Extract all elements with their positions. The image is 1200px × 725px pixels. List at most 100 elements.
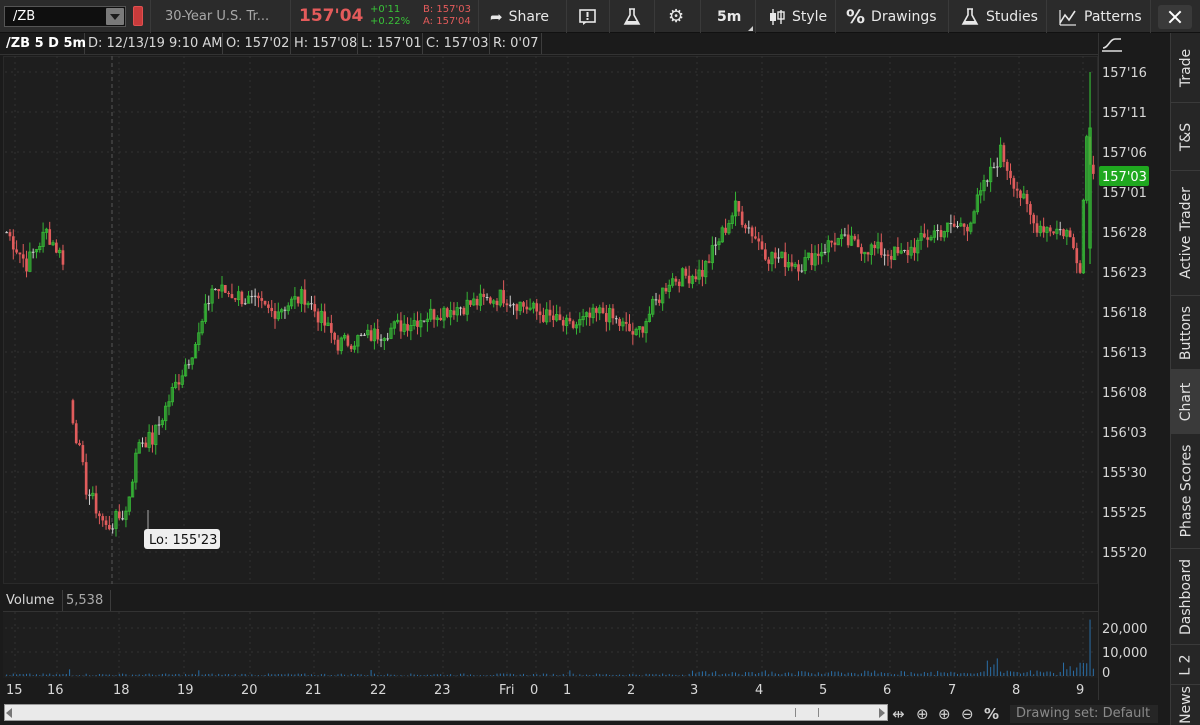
candle-body [313, 304, 317, 312]
scroll-left-icon[interactable] [6, 708, 12, 718]
symbol-dropdown-button[interactable] [106, 8, 124, 25]
x-tick-label: 22 [370, 683, 387, 698]
candle-body [879, 242, 883, 256]
candle-body [614, 318, 618, 320]
volume-value: 5,538 [63, 590, 111, 611]
time-axis[interactable]: 15 16 18 19 20 21 22 23 Fri 0 1 2 3 4 5 6 7 8 9 [0, 678, 1098, 702]
candle-body [267, 304, 270, 308]
candle-body [379, 339, 383, 341]
candle-body [323, 311, 327, 326]
horizontal-scrollbar[interactable] [4, 704, 888, 721]
percent-icon[interactable]: % [984, 705, 999, 723]
drawing-set-selector[interactable]: Drawing set: Default [1010, 705, 1158, 723]
toolbar-separator [478, 0, 479, 33]
bottom-bar: ⇹ ⊕ ⊕ ⊖ % Drawing set: Default [0, 702, 1170, 725]
change-block: +0'11 +0.22% [370, 4, 410, 28]
expand-time-icon[interactable]: ⇹ [892, 705, 905, 723]
candle-body [452, 310, 456, 315]
tab-phase-scores[interactable]: Phase Scores [1171, 434, 1200, 549]
candle-body [760, 241, 764, 250]
x-tick-label: 0 [530, 683, 538, 698]
patterns-button[interactable]: Patterns [1058, 0, 1142, 33]
tab-buttons[interactable]: Buttons [1171, 296, 1200, 370]
y-tick-label: 157'16 [1102, 66, 1147, 81]
toolbar-separator [1150, 0, 1151, 33]
studies-button[interactable]: Studies [960, 0, 1038, 33]
x-tick-label: 8 [1012, 683, 1020, 698]
candle-body [873, 244, 877, 249]
candle-body [333, 332, 336, 340]
y-tick-label: 155'25 [1102, 506, 1147, 521]
candle-body [508, 304, 512, 306]
candle-body [1092, 164, 1095, 174]
timeframe-button[interactable]: 5m [717, 0, 754, 33]
candle-body [790, 262, 794, 267]
flask-icon [623, 7, 641, 25]
y-tick-label: 156'28 [1102, 226, 1147, 241]
candle-body [8, 232, 12, 237]
candle-body [913, 247, 916, 253]
candle-body [1078, 263, 1082, 273]
symbol-input[interactable]: /ZB [4, 6, 126, 27]
share-button[interactable]: ➦ Share [490, 0, 549, 33]
candle-body [1035, 223, 1039, 233]
flask-button[interactable] [622, 0, 642, 33]
low-value: L: 157'01 [358, 33, 423, 54]
candle-body [240, 291, 244, 305]
tab-time-and-sales[interactable]: T&S [1171, 103, 1200, 171]
candle-body [15, 249, 18, 253]
candle-body [296, 296, 300, 304]
candle-body [151, 432, 154, 445]
price-chart[interactable]: 157'16 157'11 157'06 157'01 156'28 156'23 156'… [0, 56, 1170, 584]
y-tick-label: 155'20 [1102, 546, 1147, 561]
candle-body [860, 247, 863, 254]
studies-toggle-icon[interactable] [1100, 35, 1124, 53]
crosshair-icon[interactable]: ⊕ [916, 705, 929, 723]
candle-body [230, 294, 234, 299]
candle-body [611, 308, 615, 319]
candle-body [207, 303, 211, 305]
chart-info-bar: /ZB 5 D 5m D: 12/13/19 9:10 AM O: 157'02… [0, 33, 1098, 55]
tab-news[interactable]: News [1171, 685, 1200, 725]
dropdown-corner-icon [748, 26, 754, 31]
candle-body [330, 323, 333, 333]
candle-body [833, 242, 837, 245]
candle-body [744, 224, 747, 229]
zoom-out-icon[interactable]: ⊖ [961, 705, 974, 723]
settings-button[interactable]: ⚙ [668, 0, 684, 33]
candle-body [475, 298, 479, 306]
candle-body [830, 240, 833, 243]
x-tick-label: 1 [563, 683, 571, 698]
candle-body [701, 270, 704, 277]
style-button[interactable]: Style [768, 0, 827, 33]
tab-chart[interactable]: Chart [1171, 370, 1200, 434]
candle-body [141, 442, 144, 444]
scroll-right-icon[interactable] [879, 708, 885, 718]
share-icon: ➦ [490, 7, 503, 26]
candle-body [495, 300, 499, 306]
drawings-button[interactable]: % Drawings [846, 0, 937, 33]
scroll-thumb[interactable] [795, 708, 819, 717]
candle-body [856, 239, 860, 248]
tab-trade[interactable]: Trade [1171, 33, 1200, 103]
zoom-in-icon[interactable]: ⊕ [938, 705, 951, 723]
chart-messages-button[interactable] [578, 0, 598, 33]
volume-chart[interactable]: 20,000 10,000 0 [0, 612, 1170, 678]
y-tick-label: 156'13 [1102, 346, 1147, 361]
link-icon[interactable] [133, 6, 143, 26]
tab-dashboard[interactable]: Dashboard [1171, 549, 1200, 645]
tab-active-trader[interactable]: Active Trader [1171, 171, 1200, 296]
candle-body [568, 318, 572, 322]
candle-body [535, 303, 539, 312]
candle-body [369, 330, 373, 341]
candle-body [502, 290, 505, 304]
chart-toolbar: /ZB 30-Year U.S. Tr... 157'04 +0'11 +0.2… [0, 0, 1200, 33]
x-tick-label: 20 [241, 683, 258, 698]
close-icon[interactable] [1158, 5, 1192, 29]
y-tick-label: 157'06 [1102, 146, 1147, 161]
volume-tick-label: 20,000 [1102, 622, 1148, 637]
volume-tick-label: 0 [1102, 666, 1110, 678]
candle-body [949, 223, 953, 225]
candle-body [986, 180, 989, 182]
tab-level-2[interactable]: L 2 [1171, 645, 1200, 685]
